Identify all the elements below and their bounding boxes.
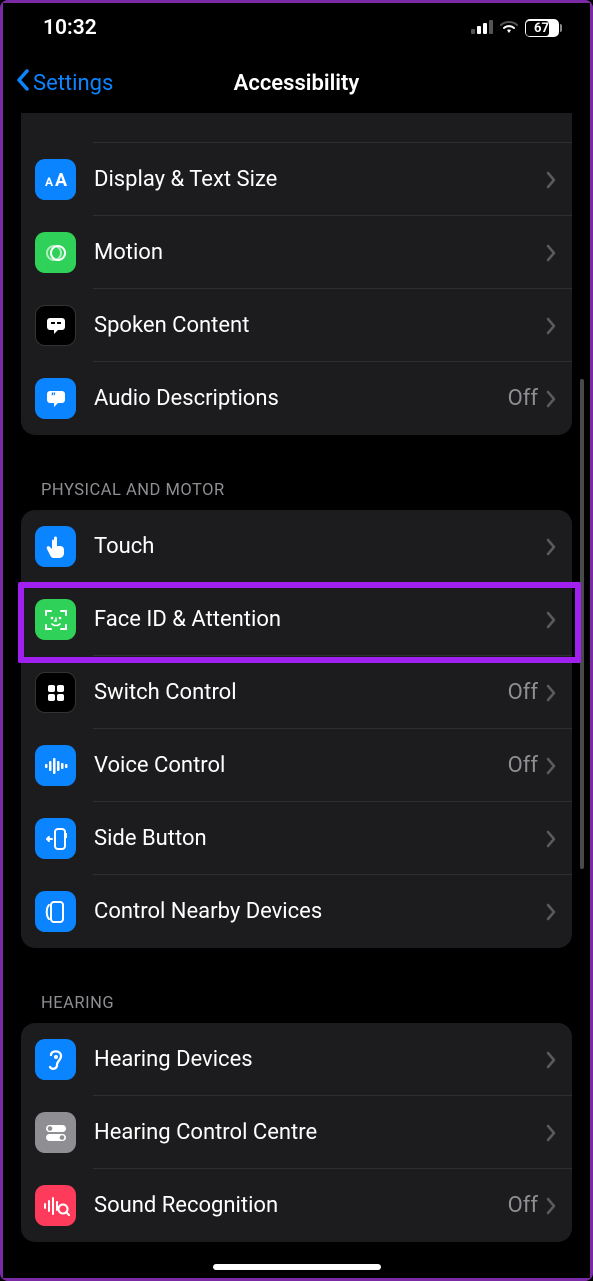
nav-back-button[interactable]: Settings: [15, 68, 113, 98]
nav-bar: Settings Accessibility: [3, 53, 590, 113]
chevron-right-icon: [546, 903, 556, 921]
row-label: Audio Descriptions: [94, 386, 508, 411]
chevron-right-icon: [546, 1197, 556, 1215]
nav-back-label: Settings: [33, 71, 113, 96]
row-switch-control[interactable]: Switch Control Off: [21, 656, 572, 729]
row-display-text-size[interactable]: AA Display & Text Size: [21, 143, 572, 216]
row-faceid-attention[interactable]: Face ID & Attention: [21, 583, 572, 656]
side-button-icon: [35, 818, 76, 859]
status-indicators: 67: [471, 16, 563, 40]
row-label: Motion: [94, 240, 546, 265]
chevron-right-icon: [546, 244, 556, 262]
row-label: Spoken Content: [94, 313, 546, 338]
switch-control-icon: [35, 672, 76, 713]
row-side-button[interactable]: Side Button: [21, 802, 572, 875]
svg-text:A: A: [45, 175, 54, 189]
hearing-group: Hearing Devices Hearing Control Centre: [21, 1023, 572, 1242]
status-time: 10:32: [43, 16, 97, 40]
row-motion[interactable]: Motion: [21, 216, 572, 289]
touch-icon: [35, 526, 76, 567]
svg-text:A: A: [55, 170, 68, 190]
row-label: Hearing Devices: [94, 1047, 546, 1072]
row-hearing-control-centre[interactable]: Hearing Control Centre: [21, 1096, 572, 1169]
sound-recognition-icon: [35, 1185, 76, 1226]
svg-text:”: ”: [51, 391, 56, 404]
row-label: Display & Text Size: [94, 167, 546, 192]
row-value: Off: [508, 753, 538, 778]
vision-group: AA Display & Text Size Motion Spoken Con…: [21, 113, 572, 435]
motion-icon: [35, 232, 76, 273]
row-audio-descriptions[interactable]: ” Audio Descriptions Off: [21, 362, 572, 435]
status-bar: 10:32 67: [3, 3, 590, 53]
chevron-right-icon: [546, 684, 556, 702]
row-hearing-devices[interactable]: Hearing Devices: [21, 1023, 572, 1096]
voice-control-icon: [35, 745, 76, 786]
text-size-icon: AA: [35, 159, 76, 200]
hearing-control-centre-icon: [35, 1112, 76, 1153]
chevron-right-icon: [546, 611, 556, 629]
row-label: Control Nearby Devices: [94, 899, 546, 924]
row-voice-control[interactable]: Voice Control Off: [21, 729, 572, 802]
clipped-row[interactable]: [21, 113, 572, 143]
chevron-right-icon: [546, 1124, 556, 1142]
row-control-nearby[interactable]: Control Nearby Devices: [21, 875, 572, 948]
row-label: Face ID & Attention: [94, 607, 546, 632]
chevron-right-icon: [546, 171, 556, 189]
row-label: Touch: [94, 534, 546, 559]
row-label: Hearing Control Centre: [94, 1120, 546, 1145]
spoken-content-icon: [35, 305, 76, 346]
row-sound-recognition[interactable]: Sound Recognition Off: [21, 1169, 572, 1242]
settings-scroll-area[interactable]: AA Display & Text Size Motion Spoken Con…: [3, 113, 590, 1278]
chevron-right-icon: [546, 757, 556, 775]
physical-group: Touch Face ID & Attention: [21, 510, 572, 948]
battery-icon: 67: [525, 19, 563, 37]
chevron-left-icon: [15, 68, 31, 98]
row-value: Off: [508, 386, 538, 411]
row-label: Switch Control: [94, 680, 508, 705]
chevron-right-icon: [546, 390, 556, 408]
chevron-right-icon: [546, 1051, 556, 1069]
cellular-icon: [471, 16, 493, 40]
chevron-right-icon: [546, 830, 556, 848]
row-spoken-content[interactable]: Spoken Content: [21, 289, 572, 362]
audio-descriptions-icon: ”: [35, 378, 76, 419]
row-touch[interactable]: Touch: [21, 510, 572, 583]
scrollbar[interactable]: [580, 379, 584, 869]
row-label: Voice Control: [94, 753, 508, 778]
hearing-devices-icon: [35, 1039, 76, 1080]
section-header-physical: Physical and Motor: [21, 471, 572, 510]
faceid-icon: [35, 599, 76, 640]
chevron-right-icon: [546, 317, 556, 335]
row-value: Off: [508, 1193, 538, 1218]
row-label: Sound Recognition: [94, 1193, 508, 1218]
row-label: Side Button: [94, 826, 546, 851]
chevron-right-icon: [546, 538, 556, 556]
section-header-hearing: Hearing: [21, 984, 572, 1023]
home-indicator[interactable]: [213, 1264, 381, 1270]
nearby-devices-icon: [35, 891, 76, 932]
row-value: Off: [508, 680, 538, 705]
wifi-icon: [499, 16, 519, 40]
